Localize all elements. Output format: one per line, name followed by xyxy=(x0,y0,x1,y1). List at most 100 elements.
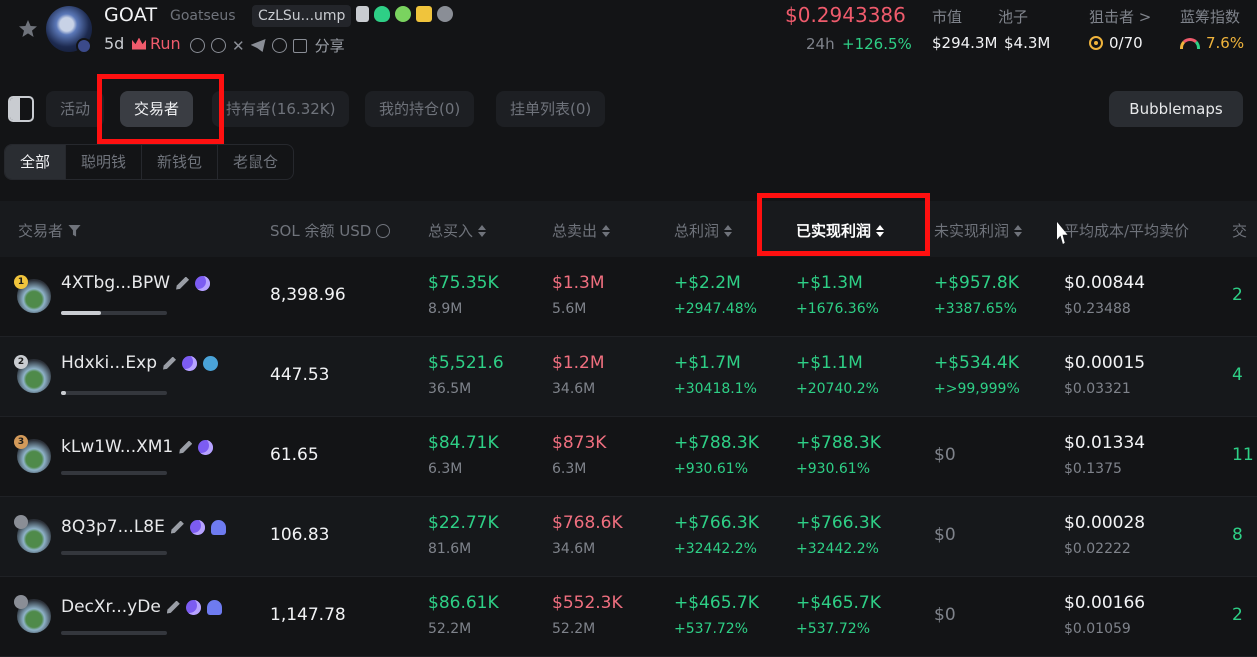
bubblemaps-button[interactable]: Bubblemaps xyxy=(1109,91,1243,127)
table-row[interactable]: 8Q3p7...L8E 106.83 $22.77K 81.6M $768.6K 34.6… xyxy=(0,497,1257,577)
tab-holders[interactable]: 持有者(16.32K) xyxy=(212,91,350,127)
bought-usd: $5,521.6 xyxy=(428,353,504,373)
pnl-usd: +$465.7K xyxy=(674,593,759,613)
realized-pct: +537.72% xyxy=(796,621,871,637)
tab-orders[interactable]: 挂单列表(0) xyxy=(496,91,606,127)
table-row[interactable]: 2 Hdxki...Exp 447.53 $5,521.6 36.5M $1.2M 34.6… xyxy=(0,337,1257,417)
col-pnl[interactable]: 总利润 xyxy=(674,220,733,241)
bought-usd: $84.71K xyxy=(428,433,499,453)
sold-usd: $873K xyxy=(552,433,607,453)
avg-cost: $0.01334 xyxy=(1064,433,1146,453)
social-links: ✕ 分享 xyxy=(190,35,345,56)
realized-usd: +$1.3M xyxy=(796,273,863,293)
edit-icon[interactable] xyxy=(170,520,184,534)
bluechip-label: 蓝筹指数 xyxy=(1180,8,1241,26)
sniper-label[interactable]: 狙击者 > xyxy=(1089,6,1151,27)
community-icon[interactable] xyxy=(211,38,226,53)
col-trader[interactable]: 交易者 xyxy=(18,220,82,241)
col-avg: 平均成本/平均卖价 xyxy=(1064,220,1189,241)
website-icon[interactable] xyxy=(271,38,287,53)
tab-traders[interactable]: 交易者 xyxy=(120,91,194,127)
pnl-pct: +537.72% xyxy=(674,621,749,637)
bought-tokens: 6.3M xyxy=(428,461,463,477)
favorite-star-icon[interactable] xyxy=(18,19,38,39)
extra-cell: 8 xyxy=(1232,525,1243,545)
contract-address[interactable]: CzLSu...ump xyxy=(252,5,352,27)
panel-toggle-icon[interactable] xyxy=(8,96,34,122)
trader-avatar[interactable] xyxy=(14,595,51,633)
balance-cell: 447.53 xyxy=(270,365,330,385)
col-sold[interactable]: 总卖出 xyxy=(552,220,611,241)
pool-label: 池子 xyxy=(998,8,1029,26)
x-icon[interactable]: ✕ xyxy=(232,37,245,55)
edit-icon[interactable] xyxy=(166,600,180,614)
sort-icon xyxy=(724,224,733,237)
tab-activity[interactable]: 活动 xyxy=(46,91,105,127)
col-unrealized[interactable]: 未实现利润 xyxy=(934,220,1023,241)
trader-address[interactable]: 4XTbg...BPW xyxy=(61,273,211,293)
sold-usd: $1.3M xyxy=(552,273,605,293)
table-row[interactable]: DecXr...yDe 1,147.78 $86.61K 52.2M $552.3K 52… xyxy=(0,577,1257,657)
market-cap-value: $294.3M xyxy=(932,34,998,52)
search-icon[interactable] xyxy=(190,38,205,53)
trader-address-text: kLw1W...XM1 xyxy=(61,437,174,457)
col-avg-label: 平均成本/平均卖价 xyxy=(1064,222,1190,240)
pnl-usd: +$766.3K xyxy=(674,513,759,533)
col-sold-label: 总卖出 xyxy=(552,222,598,240)
phantom-wallet-icon xyxy=(185,599,201,615)
avg-sell: $0.01059 xyxy=(1064,621,1131,637)
trader-avatar[interactable]: 2 xyxy=(14,355,51,393)
col-bought-label: 总买入 xyxy=(428,222,474,240)
tab-my-positions[interactable]: 我的持仓(0) xyxy=(365,91,475,127)
trader-avatar[interactable]: 1 xyxy=(14,275,51,313)
share-link[interactable]: 分享 xyxy=(315,35,345,56)
filter-all[interactable]: 全部 xyxy=(5,145,67,179)
run-badge: Run xyxy=(132,34,181,53)
col-balance: SOL 余额 USD xyxy=(270,220,391,241)
pool-value: $4.3M xyxy=(1004,34,1051,52)
telegram-icon[interactable] xyxy=(250,39,266,52)
edit-icon[interactable] xyxy=(163,356,177,370)
col-realized[interactable]: 已实现利润 xyxy=(796,220,885,241)
realized-usd: +$465.7K xyxy=(796,593,881,613)
target-icon xyxy=(1089,36,1103,50)
unrealized-usd: $0 xyxy=(934,445,956,465)
trader-address[interactable]: kLw1W...XM1 xyxy=(61,437,214,457)
bought-usd: $86.61K xyxy=(428,593,499,613)
edit-icon[interactable] xyxy=(179,440,193,454)
trader-address-text: Hdxki...Exp xyxy=(61,353,158,373)
holding-progress-bar xyxy=(61,471,167,475)
filter-new-wallet[interactable]: 新钱包 xyxy=(142,145,219,179)
rank-badge: 1 xyxy=(14,275,28,289)
bought-usd: $22.77K xyxy=(428,513,499,533)
bought-tokens: 52.2M xyxy=(428,621,472,637)
filter-insider[interactable]: 老鼠仓 xyxy=(218,145,293,179)
phantom-wallet-icon xyxy=(189,519,205,535)
col-realized-label: 已实现利润 xyxy=(796,222,872,240)
copy-icon[interactable] xyxy=(356,6,369,22)
trader-address[interactable]: DecXr...yDe xyxy=(61,597,222,617)
trader-address[interactable]: 8Q3p7...L8E xyxy=(61,517,226,537)
filter-smart-money[interactable]: 聪明钱 xyxy=(66,145,143,179)
col-bought[interactable]: 总买入 xyxy=(428,220,487,241)
trader-address-text: 4XTbg...BPW xyxy=(61,273,171,293)
realized-pct: +930.61% xyxy=(796,461,871,477)
pnl-pct: +2947.48% xyxy=(674,301,757,317)
trader-avatar[interactable] xyxy=(14,515,51,553)
trader-address[interactable]: Hdxki...Exp xyxy=(61,353,219,373)
bluechip-value: 7.6% xyxy=(1206,34,1245,52)
filter-icon[interactable] xyxy=(68,224,82,237)
sold-usd: $768.6K xyxy=(552,513,623,533)
table-row[interactable]: 3 kLw1W...XM1 61.65 $84.71K 6.3M $873K 6.3M +$7… xyxy=(0,417,1257,497)
sold-usd: $1.2M xyxy=(552,353,605,373)
edit-icon[interactable] xyxy=(176,276,190,290)
alien-tag-icon xyxy=(206,599,222,615)
unrealized-pct: +>99,999% xyxy=(934,381,1020,397)
table-row[interactable]: 1 4XTbg...BPW 8,398.96 $75.35K 8.9M $1.3M 5.6M… xyxy=(0,257,1257,337)
trader-avatar[interactable]: 3 xyxy=(14,435,51,473)
realized-pct: +32442.2% xyxy=(796,541,879,557)
balance-cell: 61.65 xyxy=(270,445,319,465)
share-icon[interactable] xyxy=(292,38,307,53)
currency-toggle-icon[interactable] xyxy=(376,223,391,238)
extra-cell: 4 xyxy=(1232,365,1243,385)
